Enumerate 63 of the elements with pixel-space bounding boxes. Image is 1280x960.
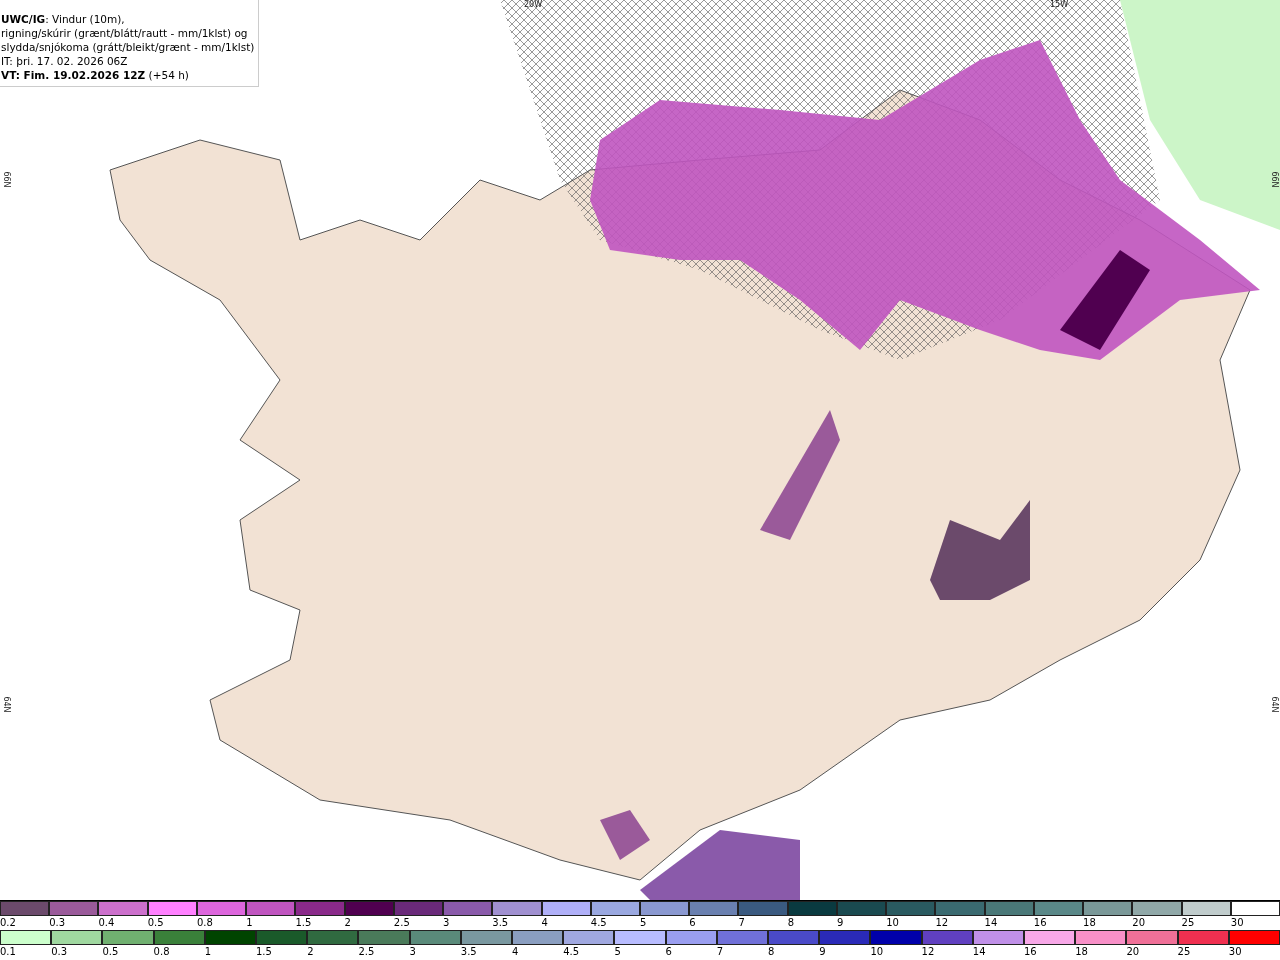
scale-label: 1 [204,945,213,959]
scale-label: 2 [307,945,315,959]
scale-label: 18 [1075,945,1089,959]
scale-label: 9 [819,945,827,959]
scale-label: 25 [1181,916,1196,930]
latitude-label: 66N [1,171,11,188]
scale-label: 8 [768,945,776,959]
latitude-label: 66N [1269,171,1279,188]
scale-label: 7 [738,916,746,930]
scale-label: 1 [246,916,254,930]
scale-label: 16 [1033,916,1048,930]
scale-label: 0.8 [153,945,171,959]
scale-label: 6 [689,916,697,930]
scale-label: 3 [409,945,417,959]
scale-label: 25 [1177,945,1192,959]
scale-label: 1.5 [256,945,273,959]
scale-label: 2.5 [393,916,411,930]
scale-label: 20 [1132,916,1147,930]
scale-label: 16 [1024,945,1038,959]
scale-label: 1.5 [295,916,313,930]
header-line: rigning/skúrir (grænt/blátt/rautt - mm/1klst) og [1,26,248,40]
scale-label: 0.3 [51,945,69,959]
longitude-label: 20W [524,0,543,9]
scale-label: 14 [984,916,999,930]
scale-label: 4.5 [590,916,608,930]
scale-label: 0.2 [0,916,17,930]
scale-label: 14 [972,945,987,959]
scale-label: 4.5 [563,945,581,959]
longitude-label: 15W [1050,0,1069,9]
scale-label: 4 [512,945,520,959]
latitude-label: 64N [1269,696,1279,713]
scale-label: 4 [541,916,549,930]
scale-label: 0.3 [49,916,67,930]
scale-label: 3.5 [492,916,510,930]
scale-label: 0.1 [0,945,17,959]
scale-label: 20 [1126,945,1141,959]
scale-label: 0.5 [102,945,120,959]
scale-label: 0.4 [98,916,116,930]
scale-label: 7 [716,945,725,959]
scale-label: 2.5 [358,945,376,959]
scale-label: 12 [935,916,950,930]
forecast-offset: (+54 h) [148,69,189,81]
scale-label: 3.5 [460,945,478,959]
scale-label: 5 [640,916,648,930]
valid-time: VT: Fim. 19.02.2026 12Z [1,69,146,81]
scale-label: 12 [921,945,936,959]
scale-label: 5 [614,945,622,959]
latitude-label: 64N [1,696,11,713]
scale-label: 8 [787,916,796,930]
scale-label: 30 [1230,916,1245,930]
scale-label: 2 [344,916,352,930]
scale-label: 18 [1083,916,1097,930]
scale-label: 0.8 [196,916,214,930]
scale-label: 10 [886,916,900,930]
scale-label: 0.5 [147,916,165,930]
scale-label: 30 [1228,945,1243,959]
header-line: slydda/snjókoma (grátt/bleikt/grænt - mm/1klst) [1,40,255,54]
scale-label: 3 [443,916,451,930]
scale-label: 10 [870,945,885,959]
scale-label: 6 [665,945,673,959]
scale-label: 9 [836,916,845,930]
header-line: IT: þri. 17. 02. 2026 06Z [1,54,128,68]
header-line: : Vindur (10m), [45,13,125,25]
